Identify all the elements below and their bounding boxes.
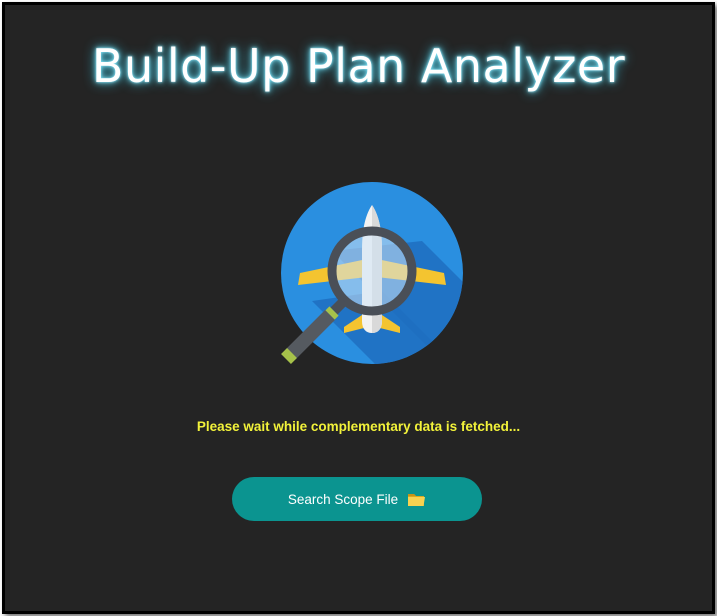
search-scope-file-button[interactable]: Search Scope File [232, 477, 482, 521]
folder-icon [408, 494, 426, 506]
airplane-magnifier-icon [281, 182, 463, 364]
search-button-label: Search Scope File [287, 491, 399, 507]
app-window: Build-Up Plan Analyzer Please wait while… [2, 2, 715, 614]
status-message: Please wait while complementary data is … [196, 419, 521, 434]
app-title: Build-Up Plan Analyzer [91, 39, 626, 93]
